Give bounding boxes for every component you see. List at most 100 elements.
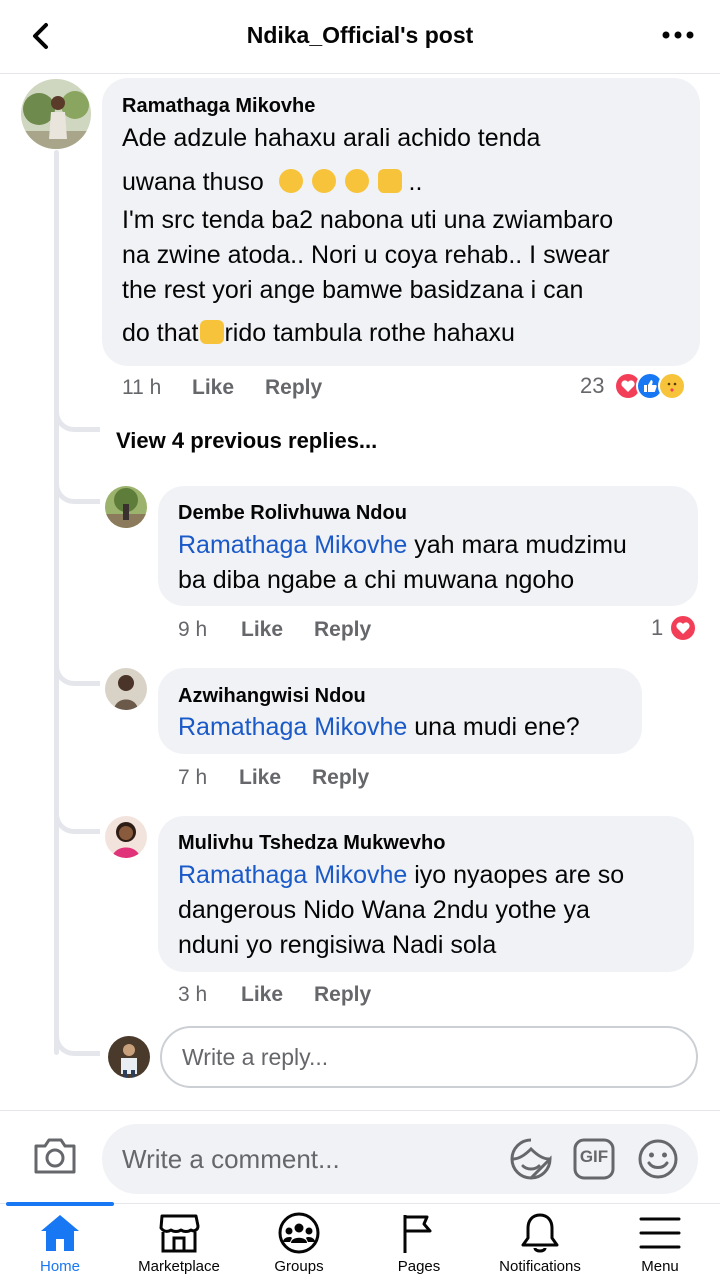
nav-label: Groups <box>274 1258 324 1275</box>
active-tab-indicator <box>6 1202 114 1206</box>
mention-link[interactable]: Ramathaga Mikovhe <box>178 531 407 559</box>
nav-marketplace[interactable]: Marketplace <box>119 1208 239 1278</box>
comment-text-line: dangerous Nido Wana 2ndu yothe ya <box>178 896 590 924</box>
page-title: Ndika_Official's post <box>246 22 474 48</box>
comment-text-line: na zwine atoda.. Nori u coya rehab.. I s… <box>122 241 610 269</box>
thread-connector <box>54 662 100 686</box>
comment-text-segment: rido tambula rothe hahaxu <box>224 319 515 347</box>
avatar[interactable] <box>105 816 147 858</box>
comment-text-line: I'm src tenda ba2 nabona uti una zwiamba… <box>122 206 614 234</box>
comment-text-line: nduni yo rengisiwa Nadi sola <box>178 931 497 959</box>
reply-button[interactable]: Reply <box>314 618 371 642</box>
comment-text-segment: do that <box>122 319 199 347</box>
comment-text-segment: uwana thuso <box>122 168 264 196</box>
reply-button[interactable]: Reply <box>265 376 322 400</box>
crossed-fingers-emoji-icon <box>377 169 402 193</box>
like-button[interactable]: Like <box>239 766 281 790</box>
nav-home[interactable]: Home <box>0 1208 120 1278</box>
nav-notifications[interactable]: Notifications <box>480 1208 600 1278</box>
comment-text-line: do that rido tambula rothe hahaxu <box>122 316 515 351</box>
reaction-count: 1 <box>651 615 664 640</box>
profile-photo-icon <box>105 486 147 528</box>
reply-button[interactable]: Reply <box>314 983 371 1007</box>
thread-line <box>54 150 59 1055</box>
comment-text-line: Ade adzule hahaxu arali achido tenda <box>122 124 541 152</box>
home-icon <box>41 1215 79 1251</box>
mention-link[interactable]: Ramathaga Mikovhe <box>178 861 407 889</box>
more-options-button[interactable] <box>660 20 696 50</box>
current-user-avatar <box>108 1036 150 1078</box>
view-previous-replies-link[interactable]: View 4 previous replies... <box>116 428 377 454</box>
profile-photo-icon <box>105 668 147 710</box>
bell-icon <box>521 1213 559 1253</box>
comment-text-line: Ramathaga Mikovhe yah mara mudzimu <box>178 528 627 563</box>
marketplace-icon <box>159 1214 200 1253</box>
nav-label: Marketplace <box>138 1258 220 1275</box>
camera-icon <box>34 1138 76 1174</box>
comment-author[interactable]: Mulivhu Tshedza Mukwevho <box>178 832 445 855</box>
comment-text-segment: .. <box>408 168 423 196</box>
nav-menu[interactable]: Menu <box>600 1208 720 1278</box>
sobbing-emoji-icon <box>311 169 336 193</box>
comment-text-line: Ramathaga Mikovhe una mudi ene? <box>178 710 580 745</box>
mention-link[interactable]: Ramathaga Mikovhe <box>178 713 407 741</box>
thread-connector <box>54 480 100 504</box>
more-icon <box>662 31 694 39</box>
nav-label: Pages <box>397 1258 441 1275</box>
comment-text-line: Ramathaga Mikovhe iyo nyaopes are so <box>178 858 624 893</box>
camera-button[interactable] <box>32 1136 78 1176</box>
hug-emoji-icon <box>344 169 369 193</box>
comment-text-line: uwana thuso .. <box>122 165 422 200</box>
sticker-button[interactable] <box>509 1137 553 1181</box>
emoji-button[interactable] <box>636 1137 680 1181</box>
comment-author[interactable]: Azwihangwisi Ndou <box>178 685 366 708</box>
sticker-icon <box>510 1138 552 1180</box>
comment-time: 11 h <box>122 376 162 399</box>
gif-label: GIF <box>579 1147 609 1166</box>
divider <box>0 1110 720 1111</box>
smiley-icon <box>638 1139 678 1179</box>
flag-icon <box>403 1215 432 1253</box>
comment-text-segment: yah mara mudzimu <box>407 531 627 559</box>
love-reaction-icon <box>669 614 698 642</box>
nav-label: Home <box>39 1258 80 1275</box>
crossed-fingers-emoji-icon <box>200 320 225 344</box>
comment-text-line: the rest yori ange bamwe basidzana i can <box>122 276 584 304</box>
menu-icon <box>639 1217 681 1249</box>
comment-time: 9 h <box>178 618 208 641</box>
nav-groups[interactable]: Groups <box>239 1208 359 1278</box>
nav-pages[interactable]: Pages <box>359 1208 479 1278</box>
reply-input[interactable]: Write a reply... <box>160 1026 698 1088</box>
reaction-summary[interactable]: 23 <box>580 372 687 400</box>
comment-text-line: ba diba ngabe a chi muwana ngoho <box>178 566 575 594</box>
care-reaction-icon <box>658 372 687 400</box>
crying-emoji-icon <box>278 169 303 193</box>
comment-author[interactable]: Ramathaga Mikovhe <box>122 95 315 118</box>
reaction-summary[interactable]: 1 <box>651 614 698 642</box>
profile-photo-icon <box>21 79 91 149</box>
thread-connector <box>54 1032 100 1056</box>
reaction-count: 23 <box>580 373 605 398</box>
comment-placeholder: Write a comment... <box>122 1144 340 1174</box>
like-button[interactable]: Like <box>241 618 283 642</box>
avatar[interactable] <box>105 668 147 710</box>
like-button[interactable]: Like <box>192 376 234 400</box>
profile-photo-icon <box>105 816 147 858</box>
comment-author[interactable]: Dembe Rolivhuwa Ndou <box>178 502 407 525</box>
top-bar: Ndika_Official's post <box>0 0 720 74</box>
profile-photo-icon <box>108 1036 150 1078</box>
like-button[interactable]: Like <box>241 983 283 1007</box>
gif-button[interactable]: GIF <box>572 1137 616 1181</box>
groups-icon <box>278 1212 320 1254</box>
comment-text-segment: iyo nyaopes are so <box>407 861 625 889</box>
thread-connector <box>54 810 100 834</box>
thread-connector <box>54 408 100 432</box>
comment-time: 3 h <box>178 983 208 1006</box>
avatar[interactable] <box>21 79 91 149</box>
comment-time: 7 h <box>178 766 208 789</box>
nav-label: Notifications <box>499 1258 581 1275</box>
comment-text-segment: una mudi ene? <box>407 713 580 741</box>
reply-button[interactable]: Reply <box>312 766 369 790</box>
avatar[interactable] <box>105 486 147 528</box>
nav-label: Menu <box>641 1258 679 1275</box>
